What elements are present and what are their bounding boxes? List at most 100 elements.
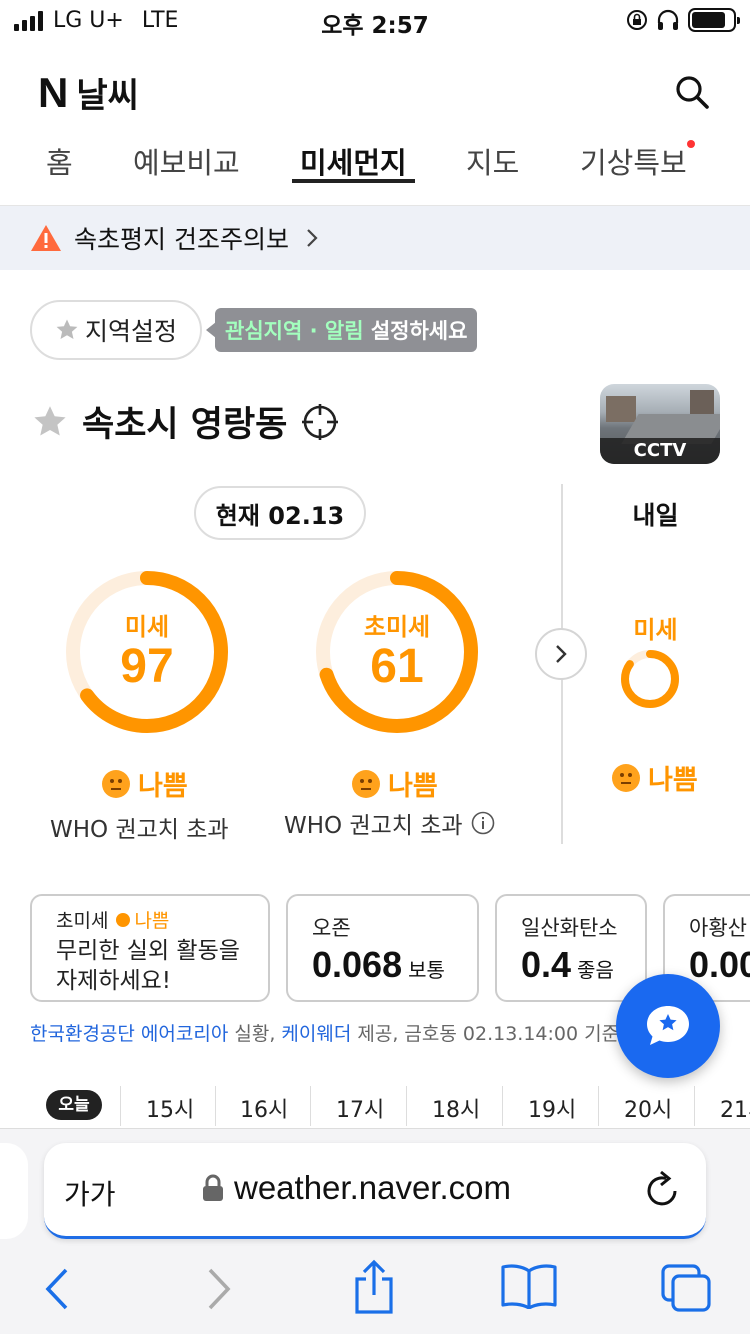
- previous-tab-edge[interactable]: [0, 1143, 28, 1239]
- neutral-face-icon: [102, 769, 130, 798]
- warning-icon: [31, 225, 61, 251]
- pm25-gauge[interactable]: 초미세 61: [312, 567, 482, 737]
- tooltip-highlight: 관심지역 · 알림: [225, 319, 364, 343]
- card-state: 나쁨: [134, 910, 170, 932]
- airkorea-link[interactable]: 한국환경공단 에어코리아: [30, 1023, 228, 1045]
- forward-arrow-icon: [208, 1268, 231, 1310]
- hour-label: 18시: [432, 1098, 481, 1123]
- card-title: 아황산: [689, 916, 747, 940]
- pm10-status: 나쁨: [102, 764, 188, 803]
- advice-line-1: 무리한 실외 활동을: [56, 938, 240, 964]
- location-row: 속초시 영랑동: [32, 396, 339, 447]
- hour-label: 17시: [336, 1098, 385, 1123]
- app-header: N 날씨: [0, 56, 750, 126]
- text-size-button[interactable]: 가가: [64, 1173, 116, 1213]
- region-setting-button[interactable]: 지역설정: [30, 300, 202, 360]
- tomorrow-title: 내일: [632, 501, 679, 530]
- safari-toolbar: 가가 weather.naver.com: [0, 1128, 750, 1334]
- pm10-who-note: WHO 권고치 초과: [50, 817, 229, 843]
- tomorrow-status: 나쁨: [612, 758, 698, 797]
- pm25-label: 초미세: [363, 613, 431, 641]
- pm25-who-note-row: WHO 권고치 초과: [284, 806, 495, 840]
- pm10-gauge[interactable]: 미세 97: [62, 567, 232, 737]
- pm10-label: 미세: [124, 613, 170, 641]
- region-setting-label: 지역설정: [84, 317, 177, 346]
- current-date-pill: 현재 02.13: [194, 486, 366, 540]
- hour-label: 15시: [146, 1098, 195, 1123]
- pm25-advice-card[interactable]: 초미세 나쁨 무리한 실외 활동을 자제하세요!: [30, 894, 270, 1002]
- favorite-star-icon[interactable]: [32, 404, 68, 440]
- headphones-icon: [657, 9, 679, 30]
- advice-line-2: 자제하세요!: [56, 968, 172, 994]
- new-badge-dot: [686, 140, 695, 148]
- card-title: 오존: [312, 916, 351, 940]
- lock-icon: [203, 1174, 223, 1201]
- carbon-monoxide-card[interactable]: 일산화탄소 0.4 좋음: [495, 894, 647, 1002]
- source-text-2: 제공, 금호동 02.13.14:00 기준: [351, 1023, 620, 1045]
- hourly-timeline: 오늘 15시 16시 17시 18시 19시 20시 21시: [0, 1086, 750, 1128]
- forward-button[interactable]: [204, 1267, 234, 1315]
- book-icon: [501, 1264, 557, 1310]
- tomorrow-pm10-gauge[interactable]: [619, 648, 681, 710]
- neutral-face-icon: [352, 769, 380, 798]
- pm25-status: 나쁨: [352, 764, 438, 803]
- hour-label: 21시: [720, 1098, 750, 1123]
- card-title: 초미세: [56, 910, 109, 932]
- url-text: weather.naver.com: [234, 1169, 511, 1206]
- tab-fine-dust[interactable]: 미세먼지: [292, 130, 415, 183]
- reload-icon[interactable]: [644, 1169, 682, 1209]
- back-button[interactable]: [42, 1267, 72, 1315]
- tabs-icon: [661, 1264, 711, 1312]
- tooltip-text: 설정하세요: [363, 319, 468, 343]
- pm25-value: 61: [370, 640, 424, 693]
- source-text: 실황,: [228, 1023, 282, 1045]
- co-value: 0.4: [521, 944, 572, 985]
- bookmarks-button[interactable]: [500, 1263, 558, 1313]
- ozone-state: 보통: [408, 958, 445, 982]
- so2-value: 0.00: [689, 944, 750, 985]
- search-icon[interactable]: [674, 74, 710, 110]
- tab-home[interactable]: 홈: [46, 130, 73, 182]
- cctv-thumbnail[interactable]: CCTV: [600, 384, 720, 464]
- hour-label: 20시: [624, 1098, 673, 1123]
- location-name: 속초시 영랑동: [82, 405, 288, 445]
- tab-weather-warning[interactable]: 기상특보: [580, 130, 695, 182]
- alert-text: 속초평지 건조주의보: [74, 225, 289, 254]
- data-source-note: 한국환경공단 에어코리아 실황, 케이웨더 제공, 금호동 02.13.14:0…: [30, 1019, 619, 1046]
- card-title: 일산화탄소: [521, 916, 618, 940]
- kweather-link[interactable]: 케이웨더: [281, 1023, 351, 1045]
- info-icon[interactable]: [471, 811, 495, 835]
- hour-label: 16시: [240, 1098, 289, 1123]
- chevron-right-icon: [556, 645, 567, 663]
- ozone-value: 0.068: [312, 944, 403, 985]
- naver-weather-logo[interactable]: N 날씨: [38, 68, 139, 117]
- tabs-button[interactable]: [660, 1263, 712, 1317]
- chevron-right-icon: [307, 229, 318, 247]
- cctv-label: CCTV: [600, 438, 720, 464]
- tomorrow-pm10-label: 미세: [633, 616, 678, 644]
- tab-bar: 홈 예보비교 미세먼지 지도 기상특보: [0, 130, 750, 206]
- ozone-card[interactable]: 오존 0.068 보통: [286, 894, 479, 1002]
- current-location-icon[interactable]: [301, 403, 339, 441]
- status-dot: [116, 912, 131, 927]
- battery-icon: [688, 8, 740, 32]
- back-arrow-icon: [45, 1268, 68, 1310]
- co-state: 좋음: [577, 958, 614, 982]
- star-icon: [56, 319, 78, 339]
- weather-alert-banner[interactable]: 속초평지 건조주의보: [0, 206, 750, 270]
- today-pill[interactable]: 오늘: [46, 1090, 102, 1120]
- hour-label: 19시: [528, 1098, 577, 1123]
- tab-map[interactable]: 지도: [466, 130, 519, 182]
- chat-fab-button[interactable]: [616, 974, 720, 1078]
- address-bar[interactable]: 가가 weather.naver.com: [44, 1143, 706, 1239]
- naver-n-logo: N: [38, 68, 68, 116]
- tab-forecast-compare[interactable]: 예보비교: [133, 130, 240, 182]
- rotation-lock-icon: [627, 10, 647, 30]
- share-icon: [355, 1259, 393, 1314]
- share-button[interactable]: [352, 1259, 396, 1319]
- page-title: 날씨: [76, 76, 139, 116]
- pm10-value: 97: [120, 640, 174, 693]
- chat-star-icon: [647, 1006, 689, 1045]
- region-tooltip: 관심지역 · 알림 설정하세요: [205, 308, 478, 352]
- neutral-face-icon: [612, 763, 640, 792]
